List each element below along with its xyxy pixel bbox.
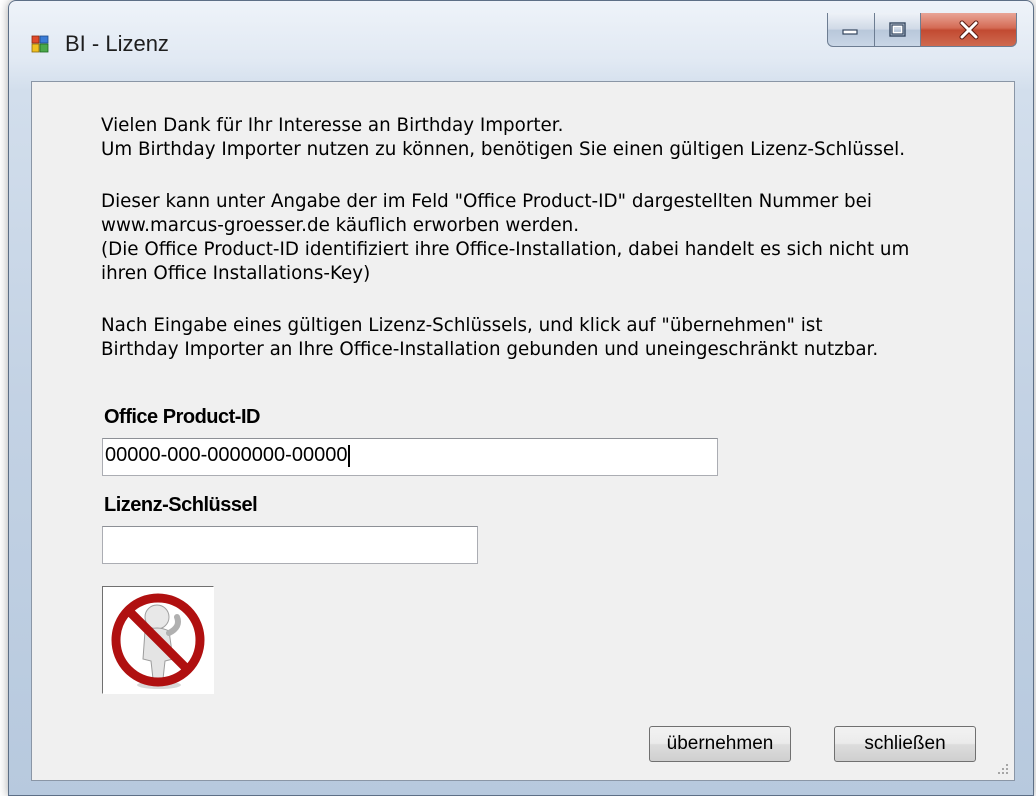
window-title: BI - Lizenz (65, 31, 169, 56)
info-text: Dieser kann unter Angabe der im Feld "Of… (101, 190, 909, 286)
info-line: (Die Office Product-ID identifiziert ihr… (101, 239, 910, 260)
license-status-image (102, 586, 214, 694)
minimize-button[interactable] (827, 13, 875, 47)
dialog-client-area: Vielen Dank für Ihr Interesse an Birthda… (31, 81, 1015, 781)
close-icon (959, 20, 978, 39)
note-line: Nach Eingabe eines gültigen Lizenz-Schlü… (101, 315, 823, 336)
close-window-button[interactable] (921, 13, 1017, 47)
license-key-field[interactable] (102, 526, 478, 564)
intro-line: Vielen Dank für Ihr Interesse an Birthda… (101, 115, 564, 136)
app-window-icon (31, 35, 49, 53)
maximize-icon (888, 21, 906, 37)
license-dialog-window: BI - Lizenz Vielen Dank für Ihr Interess… (8, 0, 1034, 796)
license-key-label: Lizenz-Schlüssel (104, 494, 258, 516)
text-caret (348, 444, 351, 467)
minimize-icon (842, 28, 858, 35)
note-text: Nach Eingabe eines gültigen Lizenz-Schlü… (101, 314, 878, 362)
intro-text: Vielen Dank für Ihr Interesse an Birthda… (101, 114, 905, 162)
not-licensed-icon (111, 593, 205, 689)
note-line: Birthday Importer an Ihre Office-Install… (101, 339, 879, 360)
info-line: Dieser kann unter Angabe der im Feld "Of… (101, 191, 872, 212)
maximize-button[interactable] (875, 13, 921, 47)
apply-button[interactable]: übernehmen (649, 726, 791, 762)
close-button[interactable]: schließen (834, 726, 976, 762)
info-line: ihren Office Installations-Key) (101, 263, 371, 284)
intro-line: Um Birthday Importer nutzen zu können, b… (101, 139, 906, 160)
product-id-value: 00000-000-0000000-00000 (105, 444, 348, 466)
title-bar[interactable]: BI - Lizenz (9, 1, 1033, 81)
product-id-label: Office Product-ID (104, 406, 260, 428)
resize-grip-icon[interactable] (996, 762, 1010, 776)
product-id-field[interactable]: 00000-000-0000000-00000 (102, 438, 718, 476)
info-line: www.marcus-groesser.de käuflich erworben… (101, 215, 580, 236)
